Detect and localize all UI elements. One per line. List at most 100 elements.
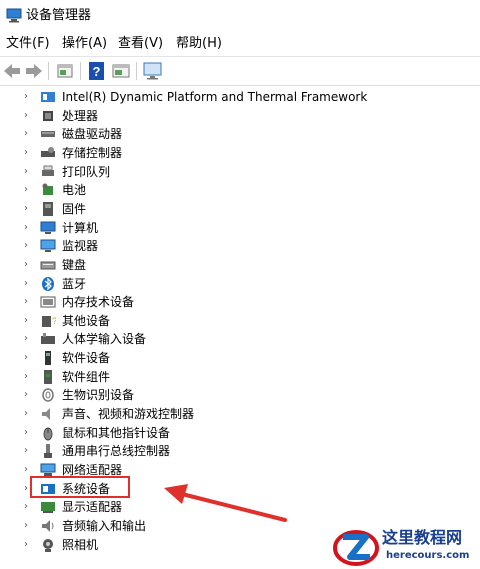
expand-chevron-icon[interactable]: › [24,108,28,124]
audio-io-icon [42,519,54,532]
camera-icon [43,538,53,552]
computer-icon [40,221,56,234]
tree-item-label: 照相机 [62,537,99,552]
tree-item[interactable]: › 鼠标和其他指针设备 [0,424,480,442]
tree-item[interactable]: › 电池 [0,181,480,199]
expand-chevron-icon[interactable]: › [24,406,28,422]
memory-icon [40,296,56,308]
tree-item[interactable]: › 计算机 [0,219,480,237]
toolbar: ? [0,56,480,86]
tree-item[interactable]: › Intel(R) Dynamic Platform and Thermal F… [0,88,480,106]
usb-icon [44,444,52,459]
tree-item[interactable]: › 通用串行总线控制器 [0,442,480,460]
tree-item[interactable]: › 键盘 [0,256,480,274]
tree-item[interactable]: › 内存技术设备 [0,293,480,311]
expand-chevron-icon[interactable]: › [24,499,28,515]
disk-icon [41,131,55,138]
thermal-icon [41,92,55,102]
expand-chevron-icon[interactable]: › [24,164,28,180]
tree-item-label: 人体学输入设备 [62,332,147,347]
menu-action[interactable]: 操作(A) [62,35,107,53]
tree-item-label: Intel(R) Dynamic Platform and Thermal Fr… [62,90,368,104]
forward-icon[interactable] [23,60,45,82]
svg-text:?: ? [52,316,56,326]
software-component-icon [44,369,52,384]
tree-item[interactable]: › 软件组件 [0,368,480,386]
expand-chevron-icon[interactable]: › [24,257,28,273]
printer-icon [42,165,54,176]
menu-bar: 文件(F) 操作(A) 查看(V) 帮助(H) [0,32,480,56]
window-title: 设备管理器 [26,8,92,23]
tree-item-label: 音频输入和输出 [62,518,147,533]
tree-item[interactable]: ›? 其他设备 [0,312,480,330]
expand-chevron-icon[interactable]: › [24,89,28,105]
expand-chevron-icon[interactable]: › [24,313,28,329]
hid-icon [41,333,55,345]
storage-controller-icon [41,146,55,157]
expand-chevron-icon[interactable]: › [24,238,28,254]
battery-icon [42,183,53,196]
tree-item[interactable]: › 人体学输入设备 [0,330,480,348]
tree-item[interactable]: › 监视器 [0,237,480,255]
expand-chevron-icon[interactable]: › [24,537,28,553]
tree-item[interactable]: › 蓝牙 [0,275,480,293]
expand-chevron-icon[interactable]: › [24,481,28,497]
tree-item-label: 生物识别设备 [62,388,135,403]
help-icon[interactable]: ? [86,60,108,82]
bluetooth-icon [42,276,54,291]
tree-item-label: 监视器 [62,239,99,254]
tree-item[interactable]: › 存储控制器 [0,144,480,162]
expand-chevron-icon[interactable]: › [24,276,28,292]
expand-chevron-icon[interactable]: › [24,369,28,385]
tree-item-label: 处理器 [62,108,99,123]
expand-chevron-icon[interactable]: › [24,182,28,198]
menu-view[interactable]: 查看(V) [118,35,163,53]
tree-item-label: 打印队列 [62,164,111,179]
tree-item[interactable]: › 生物识别设备 [0,386,480,404]
view-icon[interactable] [110,60,132,82]
keyboard-icon [40,261,56,270]
tree-item-label: 存储控制器 [62,145,123,160]
watermark-name: 这里教程网 [382,528,463,547]
properties-icon[interactable] [54,60,76,82]
svg-text:?: ? [93,64,101,79]
tree-item-label: 内存技术设备 [62,295,135,310]
expand-chevron-icon[interactable]: › [24,294,28,310]
tree-item-label: 声音、视频和游戏控制器 [62,407,195,422]
expand-chevron-icon[interactable]: › [24,350,28,366]
firmware-icon [43,201,53,216]
monitor-icon[interactable] [142,60,164,82]
title-bar: 设备管理器 [0,0,480,32]
back-icon[interactable] [1,60,23,82]
expand-chevron-icon[interactable]: › [24,518,28,534]
tree-item-label: 其他设备 [62,313,111,328]
tree-item[interactable]: › 固件 [0,200,480,218]
tree-item[interactable]: › 处理器 [0,107,480,125]
annotation-arrow [164,484,287,522]
sound-icon [42,408,50,421]
software-device-icon [45,351,51,366]
expand-chevron-icon[interactable]: › [24,425,28,441]
menu-file[interactable]: 文件(F) [6,35,50,53]
tree-item-label: 固件 [62,201,87,216]
expand-chevron-icon[interactable]: › [24,462,28,478]
expand-chevron-icon[interactable]: › [24,443,28,459]
watermark: 这里教程网 herecours.com [332,524,480,569]
tree-item[interactable]: › 打印队列 [0,163,480,181]
tree-item-label: 显示适配器 [62,500,123,515]
menu-help[interactable]: 帮助(H) [176,35,222,53]
expand-chevron-icon[interactable]: › [24,220,28,236]
tree-item[interactable]: › 磁盘驱动器 [0,125,480,143]
tree-item-label: 电池 [62,183,87,198]
tree-item[interactable]: › 软件设备 [0,349,480,367]
watermark-logo-icon [333,530,379,566]
expand-chevron-icon[interactable]: › [24,331,28,347]
tree-item[interactable]: › 声音、视频和游戏控制器 [0,405,480,423]
expand-chevron-icon[interactable]: › [24,145,28,161]
tree-item-label: 软件设备 [62,351,111,366]
expand-chevron-icon[interactable]: › [24,387,28,403]
tree-item-label: 蓝牙 [62,276,87,291]
expand-chevron-icon[interactable]: › [24,201,28,217]
expand-chevron-icon[interactable]: › [24,126,28,142]
tree-item-label: 计算机 [62,220,99,235]
